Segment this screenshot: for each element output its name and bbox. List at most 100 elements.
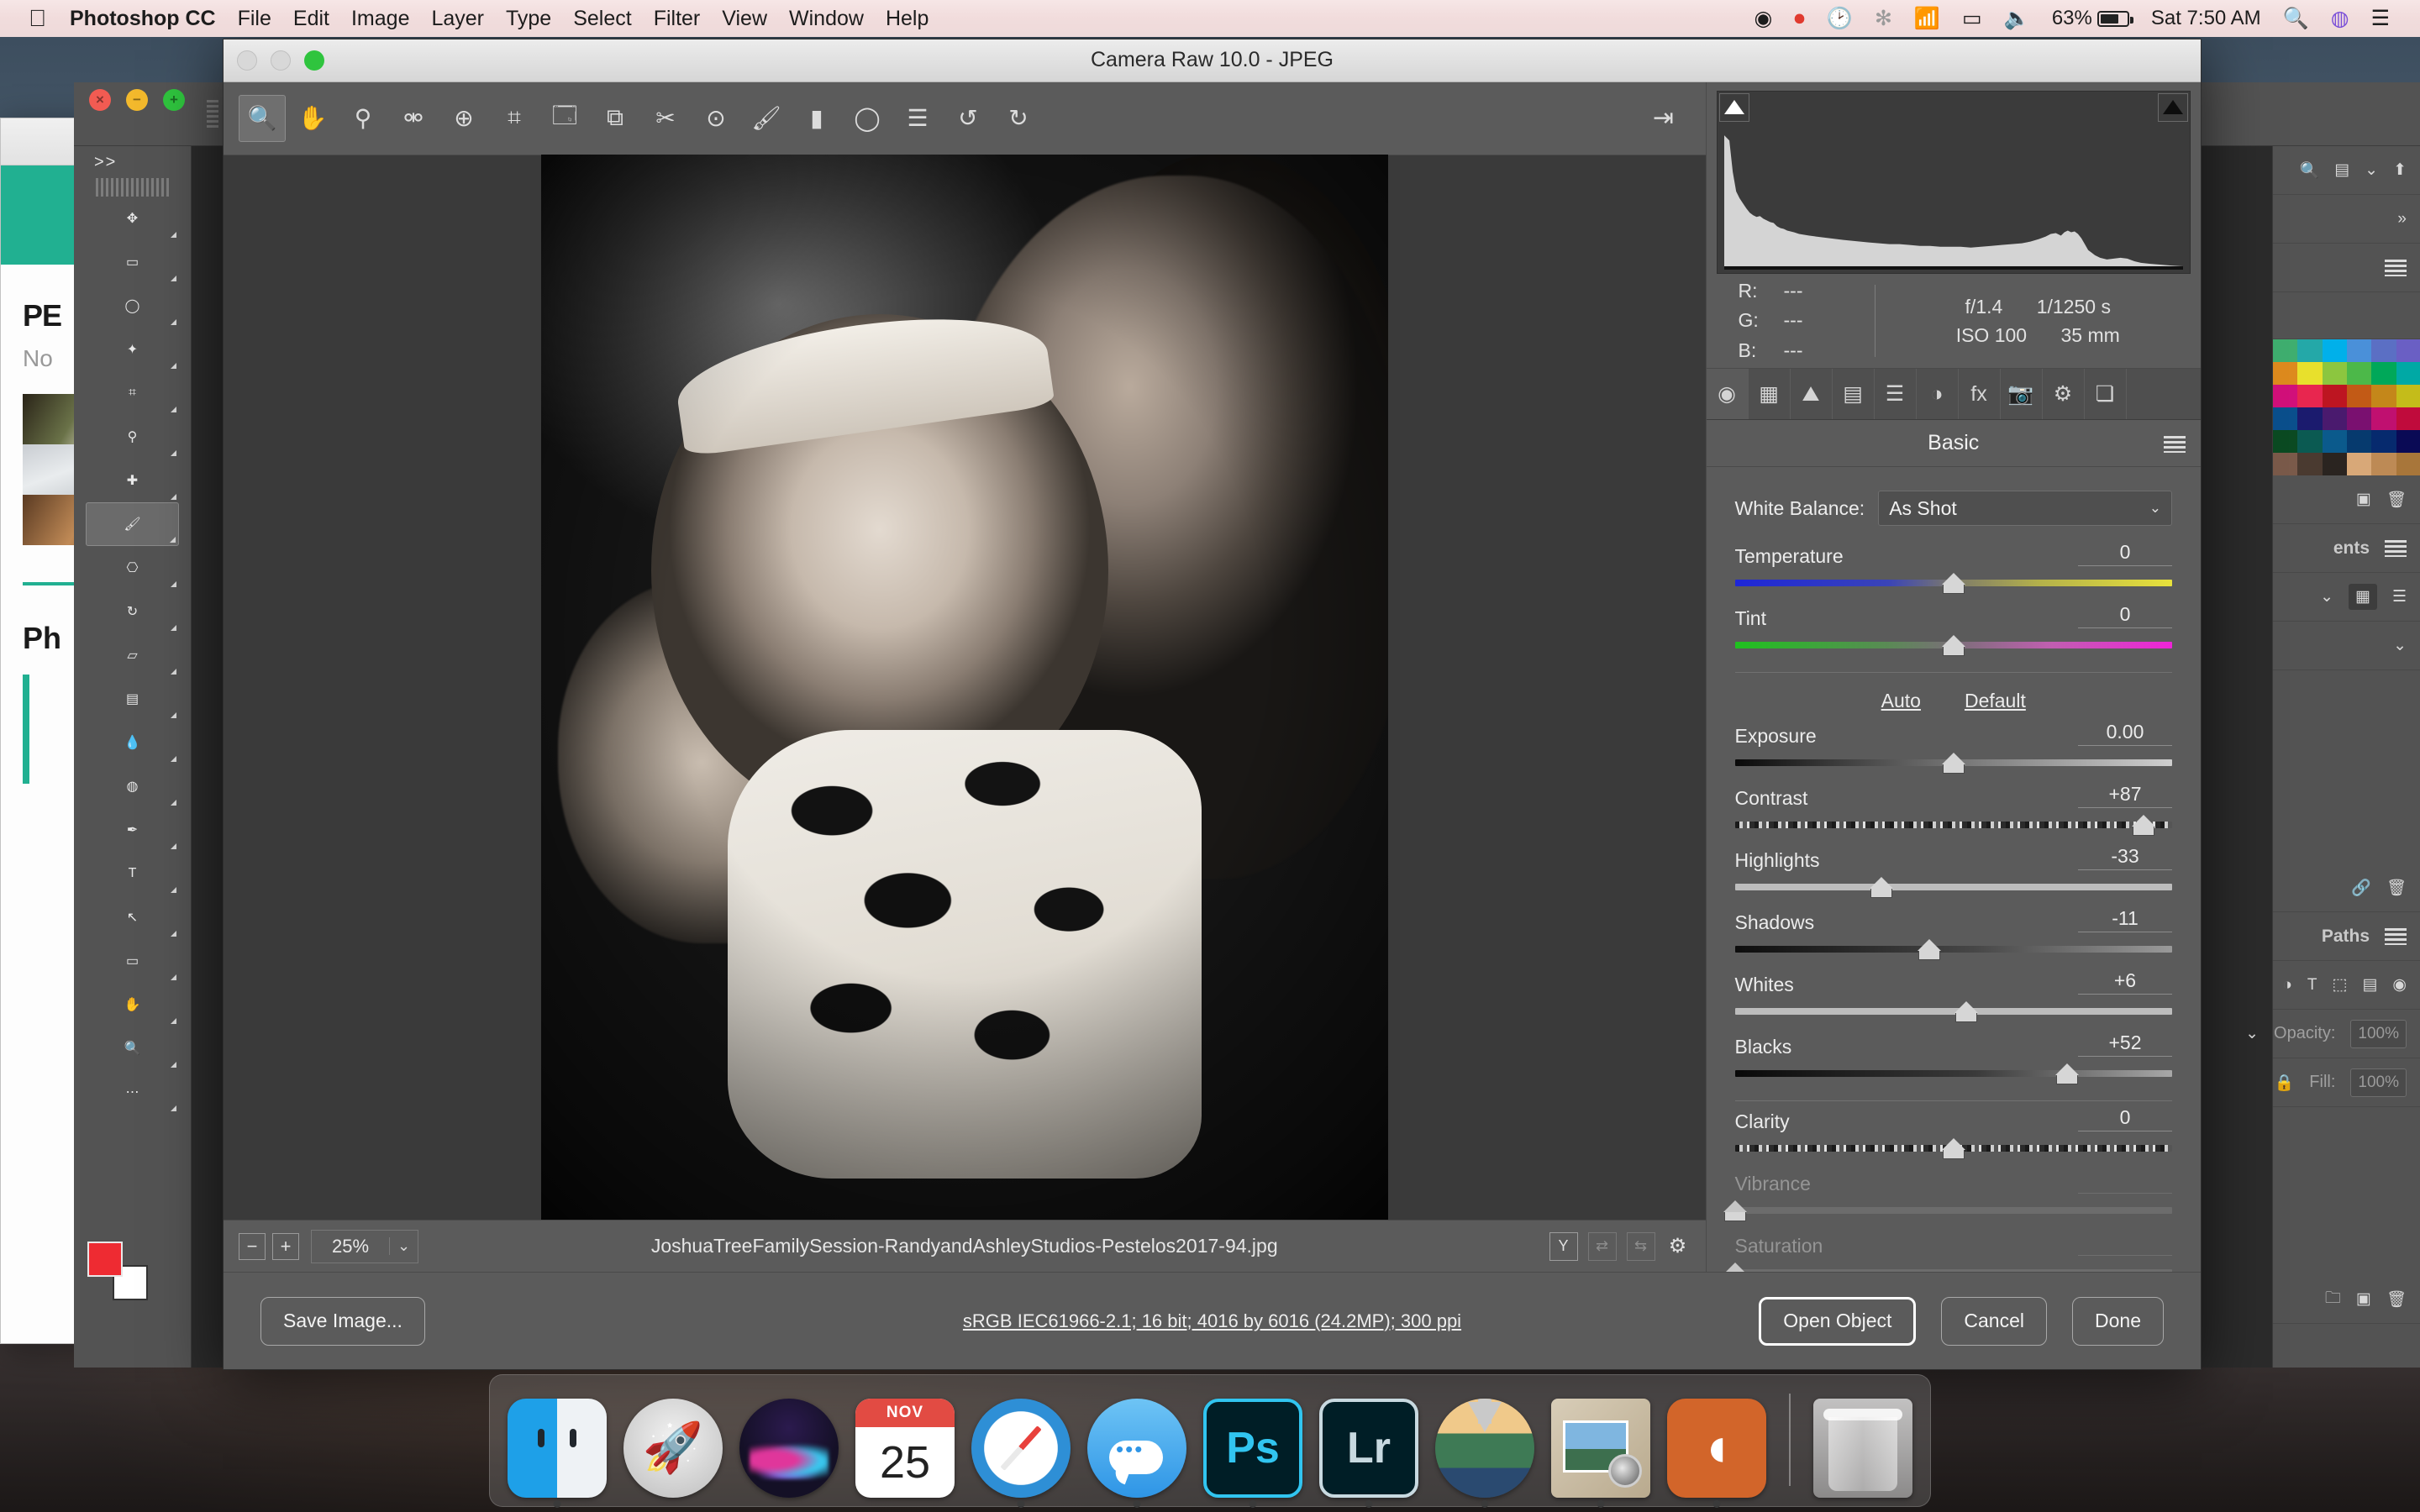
color-swatch-8[interactable]	[2322, 362, 2347, 385]
layers-bottom-toolbar[interactable]: 🗀 ▣ 🗑	[2273, 1275, 2420, 1324]
color-swatch-14[interactable]	[2322, 385, 2347, 407]
slider-thumb-contrast[interactable]	[2132, 815, 2156, 837]
filter-type-icon[interactable]: T	[2307, 976, 2317, 995]
slider-clarity[interactable]: Clarity 0	[1734, 1105, 2172, 1163]
slider-value-temperature[interactable]: 0	[2078, 541, 2172, 567]
detail-tab[interactable]: ⛰	[1791, 369, 1833, 419]
slider-value-vibrance[interactable]	[2078, 1191, 2172, 1194]
wifi-icon[interactable]: 📶	[1914, 7, 1940, 31]
camera-raw-traffic-lights[interactable]	[224, 50, 324, 71]
done-button[interactable]: Done	[2072, 1296, 2164, 1346]
photoshop-toolbar[interactable]: >> ✥ ▭ ◯ ✦ ⌗ ⚲ ✚ 🖌 ⎔ ↻ ▱ ▤ 💧 ◍ ✒ T ↖ ▭ ✋ 🔍 ⋯	[74, 146, 192, 1368]
chevron-down-icon[interactable]: ⌄	[2393, 636, 2407, 655]
color-swatch-17[interactable]	[2396, 385, 2420, 407]
white-balance-tool[interactable]: ⚲	[339, 95, 387, 142]
color-sampler-tool[interactable]: ⚮	[390, 95, 437, 142]
chevron-down-icon[interactable]: ⌄	[2365, 160, 2378, 180]
slider-thumb-whites[interactable]	[1954, 1001, 1979, 1023]
slider-track-clarity[interactable]	[1734, 1138, 2172, 1163]
zoom-tool[interactable]: 🔍	[86, 1026, 179, 1070]
slider-blacks[interactable]: Blacks +52	[1734, 1030, 2172, 1089]
toggle-before-after-icon[interactable]: Y	[1549, 1231, 1578, 1261]
menu-item-filter[interactable]: Filter	[654, 7, 701, 30]
slider-track-tint[interactable]	[1734, 635, 2172, 660]
color-swatch-24[interactable]	[2273, 430, 2298, 453]
delete-layer-icon[interactable]: 🗑	[2386, 1289, 2407, 1310]
color-swatch-9[interactable]	[2347, 362, 2372, 385]
tone-sliders[interactable]: Exposure 0.00 Contrast +87 Highlights -33 Shad…	[1734, 719, 2172, 1089]
blend-mode-chevron-icon[interactable]: ⌄	[2245, 1024, 2259, 1043]
quick-selection-tool[interactable]: ✦	[86, 328, 179, 371]
tone-curve-tab[interactable]: ▦	[1749, 369, 1791, 419]
foreground-color-swatch[interactable]	[87, 1242, 123, 1277]
color-swatch-3[interactable]	[2347, 339, 2372, 362]
bluetooth-icon[interactable]: ✻	[1875, 6, 1892, 31]
menu-item-image[interactable]: Image	[351, 7, 409, 30]
airplay-icon[interactable]: ▭	[1962, 6, 1982, 31]
menu-app-name[interactable]: Photoshop CC	[70, 7, 216, 31]
workspace-icon[interactable]: ▤	[2334, 160, 2349, 180]
color-swatch-5[interactable]	[2396, 339, 2420, 362]
apple-menu-icon[interactable]: 	[29, 7, 46, 30]
color-swatch-35[interactable]	[2396, 453, 2420, 475]
layer-filter-icons[interactable]: ◑ T ⬚ ▤ ◉	[2273, 961, 2420, 1010]
dock-item-photoshop[interactable]: Ps	[1201, 1394, 1305, 1508]
new-swatch-icon[interactable]: ▣	[2356, 490, 2371, 509]
type-tool[interactable]: T	[86, 852, 179, 895]
auto-button[interactable]: Auto	[1881, 690, 1921, 712]
adjustments-dropdown[interactable]: ⌄	[2273, 622, 2420, 670]
grid-view-icon[interactable]: ▦	[2349, 584, 2377, 610]
macos-menu-bar[interactable]:  Photoshop CC File Edit Image Layer Type Sel…	[0, 0, 2420, 37]
slider-track-temperature[interactable]	[1734, 573, 2172, 598]
color-swatch-0[interactable]	[2273, 339, 2298, 362]
time-machine-icon[interactable]: 🕑	[1827, 7, 1853, 31]
slider-value-tint[interactable]: 0	[2078, 603, 2172, 629]
toggle-fullscreen-tool[interactable]: ⇥	[1640, 95, 1687, 142]
maximize-button[interactable]: +	[163, 89, 185, 111]
adjustments-view-toggle[interactable]: ⌄ ▦ ☰	[2273, 573, 2420, 622]
move-tool[interactable]: ✥	[86, 197, 179, 240]
dock-item-safari[interactable]	[969, 1394, 1073, 1508]
status-bar-buttons[interactable]: Y ⇄ ⇆ ⚙	[1549, 1231, 1691, 1261]
straighten-tool[interactable]: 🗔	[541, 95, 588, 142]
camera-calibration-tab[interactable]: 📷	[2001, 369, 2043, 419]
color-swatch-15[interactable]	[2347, 385, 2372, 407]
transform-tool[interactable]: ⧉	[592, 95, 639, 142]
gradient-tool[interactable]: ▤	[86, 677, 179, 721]
list-view-icon[interactable]: ☰	[2392, 587, 2407, 606]
slider-value-blacks[interactable]: +52	[2078, 1032, 2172, 1058]
swatches-footer[interactable]: ▣ 🗑	[2273, 475, 2420, 524]
dock-item-pdf-expert[interactable]: ◖	[1665, 1394, 1769, 1508]
camera-raw-status-bar[interactable]: − + 25% ⌄ JoshuaTreeFamilySession-Randya…	[224, 1220, 1706, 1273]
slider-thumb-highlights[interactable]	[1869, 877, 1893, 899]
dock-item-calendar[interactable]: NOV 25	[853, 1394, 957, 1498]
slider-saturation[interactable]: Saturation	[1723, 1229, 2172, 1273]
lasso-tool[interactable]: ◯	[86, 284, 179, 328]
opacity-value[interactable]: 100%	[2350, 1019, 2407, 1048]
dropbox-icon[interactable]: ◉	[1754, 6, 1772, 31]
pen-tool[interactable]: ✒	[86, 808, 179, 852]
crop-tool[interactable]: ⌗	[491, 95, 538, 142]
color-swatch-12[interactable]	[2273, 385, 2298, 407]
menu-item-help[interactable]: Help	[886, 7, 929, 30]
siri-icon[interactable]: ◍	[2331, 6, 2349, 31]
minimize-button[interactable]: −	[126, 89, 148, 111]
shadow-clipping-warning-icon[interactable]	[1718, 92, 1749, 122]
color-swatch-32[interactable]	[2322, 453, 2347, 475]
swatches-grid[interactable]	[2273, 339, 2420, 475]
slider-track-shadows[interactable]	[1734, 939, 2172, 964]
slider-tint[interactable]: Tint 0	[1734, 601, 2172, 660]
color-swatch-33[interactable]	[2347, 453, 2372, 475]
dock-item-launchpad[interactable]: 🚀	[621, 1394, 725, 1498]
camera-raw-maximize-button[interactable]	[304, 50, 324, 71]
color-swatch-1[interactable]	[2297, 339, 2323, 362]
swap-before-after-icon[interactable]: ⇆	[1626, 1231, 1655, 1261]
slider-value-contrast[interactable]: +87	[2078, 783, 2172, 809]
menu-item-select[interactable]: Select	[573, 7, 631, 30]
hsl-grayscale-tab[interactable]: ▤	[1833, 369, 1875, 419]
camera-raw-toolbar[interactable]: 🔍 ✋ ⚲ ⚮ ⊕ ⌗ 🗔 ⧉ ✂ ⊙ 🖌 ▮ ◯ ☰ ↺ ↻ ⇥	[224, 81, 1706, 155]
fill-value[interactable]: 100%	[2350, 1068, 2407, 1097]
zoom-level-select[interactable]: 25% ⌄	[311, 1229, 418, 1263]
effects-tab[interactable]: fx	[1959, 369, 2001, 419]
color-swatch-30[interactable]	[2273, 453, 2298, 475]
